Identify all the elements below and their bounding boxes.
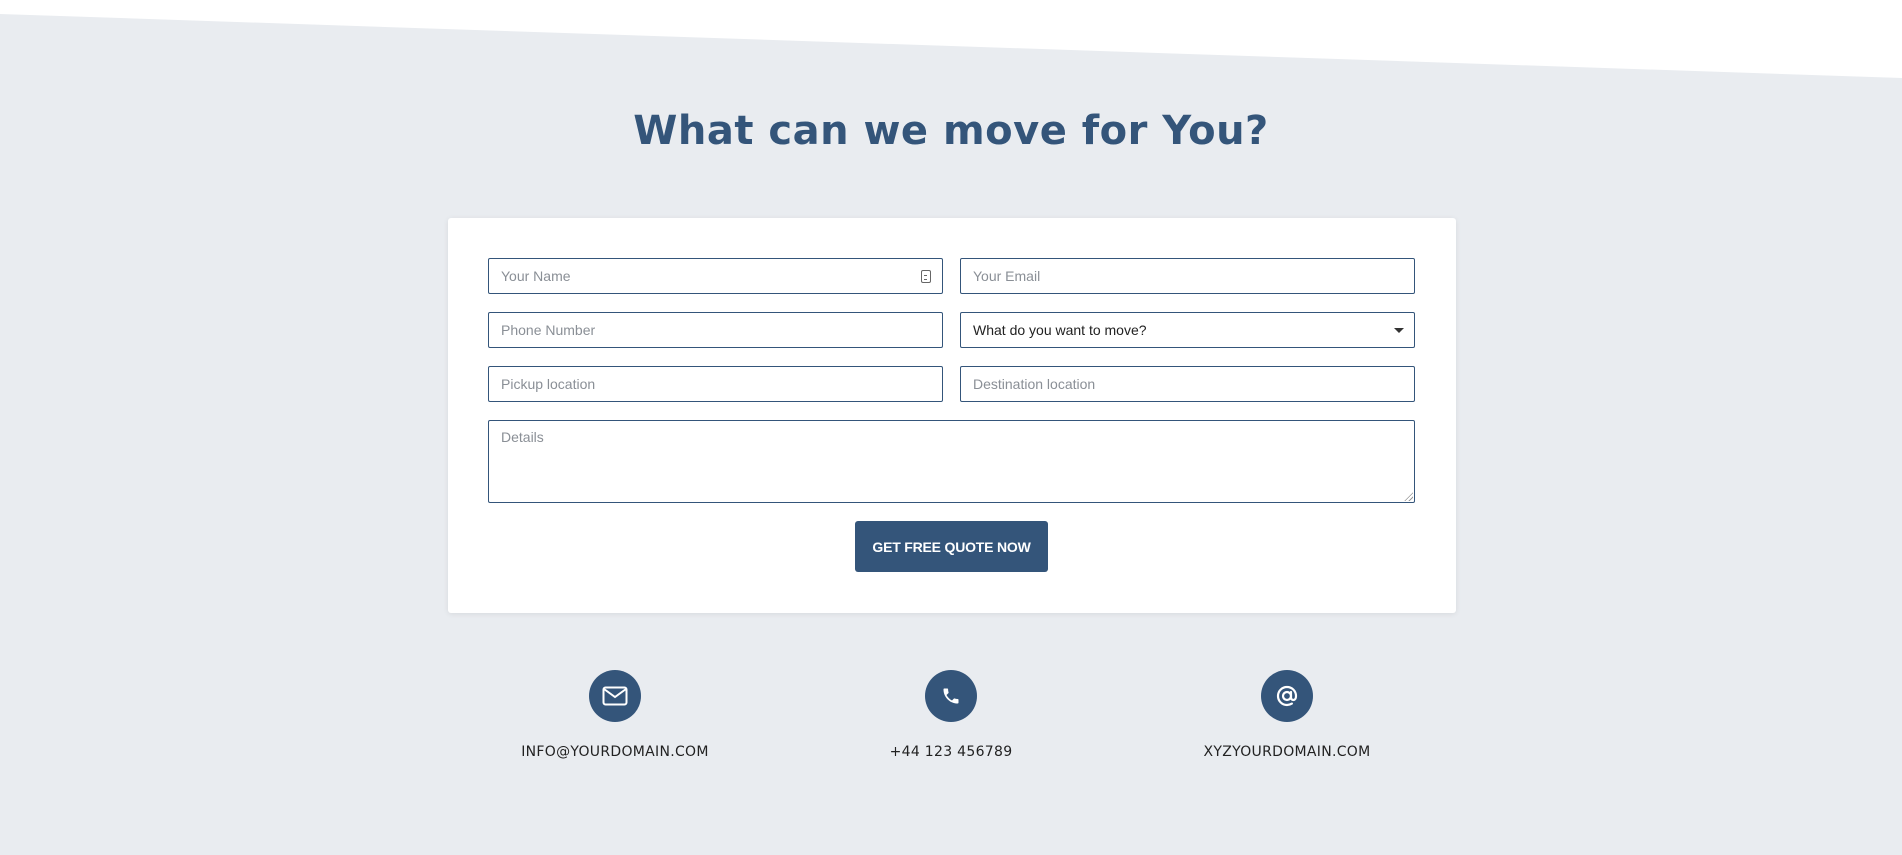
contact-website-label[interactable]: XYZYOURDOMAIN.COM — [1137, 744, 1437, 760]
chevron-down-icon[interactable] — [1394, 328, 1404, 333]
email-input[interactable] — [961, 259, 1414, 293]
phone-input[interactable] — [489, 313, 942, 347]
quote-form-card: What do you want to move? GET FREE QUOTE… — [448, 218, 1456, 613]
phone-icon — [925, 670, 977, 722]
move-item-select[interactable]: What do you want to move? — [960, 312, 1415, 348]
contact-email-label[interactable]: INFO@YOURDOMAIN.COM — [465, 744, 765, 760]
pickup-input[interactable] — [489, 367, 942, 401]
details-field[interactable] — [488, 420, 1415, 503]
top-wedge-decoration — [0, 0, 1902, 78]
contact-phone-label[interactable]: +44 123 456789 — [801, 744, 1101, 760]
name-field[interactable] — [488, 258, 943, 294]
destination-input[interactable] — [961, 367, 1414, 401]
move-item-select-value[interactable]: What do you want to move? — [961, 313, 1414, 347]
details-textarea[interactable] — [489, 421, 1414, 502]
contact-website: XYZYOURDOMAIN.COM — [1137, 670, 1437, 760]
get-free-quote-button[interactable]: GET FREE QUOTE NOW — [855, 521, 1048, 572]
resize-grip-icon[interactable] — [1404, 492, 1413, 501]
name-input[interactable] — [489, 259, 942, 293]
section-title: What can we move for You? — [633, 108, 1269, 154]
contact-email: INFO@YOURDOMAIN.COM — [465, 670, 765, 760]
envelope-icon — [589, 670, 641, 722]
pickup-field[interactable] — [488, 366, 943, 402]
contact-phone: +44 123 456789 — [801, 670, 1101, 760]
destination-field[interactable] — [960, 366, 1415, 402]
autofill-contact-icon[interactable] — [921, 270, 931, 283]
email-field[interactable] — [960, 258, 1415, 294]
at-sign-icon — [1261, 670, 1313, 722]
phone-field[interactable] — [488, 312, 943, 348]
